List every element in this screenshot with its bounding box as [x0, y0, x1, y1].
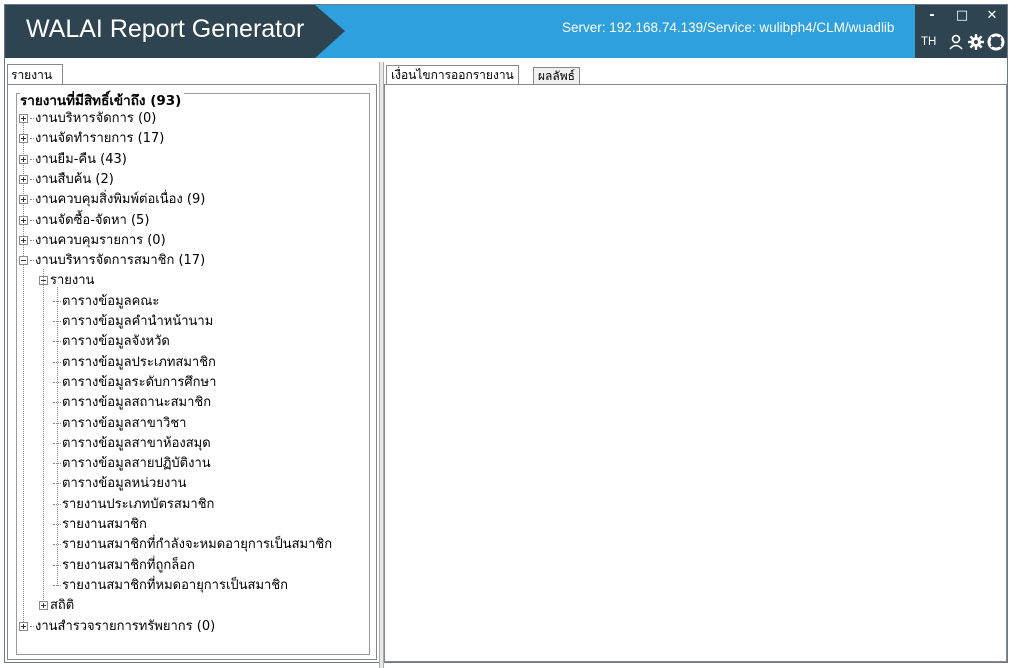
tree-group-label: งานควบคุมรายการ (0) — [35, 233, 166, 248]
tree-leaf-item[interactable]: รายงานสมาชิกที่หมดอายุการเป็นสมาชิก — [53, 578, 288, 594]
tree-leaf-label: รายงานสมาชิกที่หมดอายุการเป็นสมาชิก — [62, 578, 289, 593]
tab-reports[interactable]: รายงาน — [7, 64, 63, 84]
expand-icon[interactable] — [19, 114, 28, 123]
expand-icon[interactable] — [19, 195, 28, 204]
expand-icon[interactable] — [19, 155, 28, 164]
tree-group-item[interactable]: งานสืบค้น (2) — [19, 172, 114, 188]
tree-leaf-label: รายงานสมาชิกที่กำลังจะหมดอายุการเป็นสมาช… — [62, 537, 333, 552]
tree-group-label: งานบริหารจัดการ (0) — [35, 111, 157, 126]
tree-leaf-label: ตารางข้อมูลคณะ — [62, 294, 160, 309]
tree-group-item[interactable]: งานจัดทำรายการ (17) — [19, 131, 164, 147]
tree-leaf-item[interactable]: รายงานประเภทบัตรสมาชิก — [53, 497, 214, 513]
tree-leaf-label: รายงานประเภทบัตรสมาชิก — [62, 497, 215, 512]
window-controls-area: - □ ✕ TH — [915, 5, 1007, 58]
content-area — [384, 84, 1007, 662]
tree-leaf-item[interactable]: รายงานสมาชิกที่ถูกล็อก — [53, 558, 195, 574]
language-selector[interactable]: TH — [921, 36, 936, 48]
expand-icon[interactable] — [19, 622, 28, 631]
tree-root-label: รายงานที่มีสิทธิ์เข้าถึง (93) — [20, 89, 185, 111]
tree-leaf-label: ตารางข้อมูลประเภทสมาชิก — [62, 355, 216, 370]
tree-leaf-label: ตารางข้อมูลสายปฏิบัติงาน — [62, 456, 211, 471]
tree-connector — [30, 626, 34, 627]
content-panel: เงื่อนไขการออกรายงาน ผลลัพธ์ — [384, 62, 1007, 662]
close-button[interactable]: ✕ — [981, 8, 1003, 26]
collapse-icon[interactable] — [19, 256, 28, 265]
tree-leaf-item[interactable]: ตารางข้อมูลสถานะสมาชิก — [53, 395, 211, 411]
tree-leaf-item[interactable]: ตารางข้อมูลจังหวัด — [53, 334, 170, 350]
tree-guide-line — [57, 287, 58, 586]
tree-group-label: งานยืม-คืน (43) — [35, 152, 127, 167]
tree-group-item[interactable]: งานบริหารจัดการ (0) — [19, 111, 156, 127]
app-title: WALAI Report Generator — [26, 15, 305, 43]
title-bar: WALAI Report Generator Server: 192.168.7… — [5, 5, 1007, 58]
tree-group-item[interactable]: งานจัดซื้อ-จัดหา (5) — [19, 213, 149, 229]
tree-subfolder-label: รายงาน — [50, 273, 95, 288]
tree-leaf-item[interactable]: ตารางข้อมูลคณะ — [53, 294, 159, 310]
tab-results[interactable]: ผลลัพธ์ — [533, 67, 580, 84]
tree-connector — [30, 118, 34, 119]
tree-group-label: งานควบคุมสิ่งพิมพ์ต่อเนื่อง (9) — [35, 192, 206, 207]
tree-group-label: งานจัดทำรายการ (17) — [35, 131, 165, 146]
tree-leaf-label: ตารางข้อมูลหน่วยงาน — [62, 476, 187, 491]
tree-group-label: งานสืบค้น (2) — [35, 172, 114, 187]
tree-connector — [30, 220, 34, 221]
tree-leaf-item[interactable]: ตารางข้อมูลสาขาห้องสมุด — [53, 436, 211, 452]
expand-icon[interactable] — [19, 216, 28, 225]
tree-leaf-label: ตารางข้อมูลสถานะสมาชิก — [62, 395, 212, 410]
tree-group-item[interactable]: งานสำรวจรายการทรัพยากร (0) — [19, 619, 215, 635]
expand-icon[interactable] — [19, 175, 28, 184]
tree-leaf-item[interactable]: รายงานสมาชิก — [53, 517, 147, 533]
tree-leaf-label: ตารางข้อมูลคำนำหน้านาม — [62, 314, 214, 329]
server-info: Server: 192.168.74.139/Service: wulibph4… — [562, 20, 895, 35]
tree-leaf-item[interactable]: ตารางข้อมูลคำนำหน้านาม — [53, 314, 213, 330]
tree-subfolder-item[interactable]: สถิติ — [39, 598, 74, 614]
tree-connector — [30, 199, 34, 200]
help-icon[interactable] — [987, 33, 1005, 51]
tree-connector — [30, 138, 34, 139]
tab-report-conditions[interactable]: เงื่อนไขการออกรายงาน — [386, 65, 519, 84]
tree-group-item[interactable]: งานควบคุมสิ่งพิมพ์ต่อเนื่อง (9) — [19, 192, 205, 208]
tree-leaf-label: รายงานสมาชิกที่ถูกล็อก — [62, 558, 195, 573]
expand-icon[interactable] — [39, 601, 48, 610]
tree-guide-line — [43, 269, 44, 604]
tree-leaf-item[interactable]: ตารางข้อมูลประเภทสมาชิก — [53, 355, 216, 371]
maximize-button[interactable]: □ — [951, 8, 973, 26]
tree-subfolder-label: สถิติ — [50, 598, 75, 613]
tree-leaf-item[interactable]: ตารางข้อมูลสาขาวิชา — [53, 416, 186, 432]
tree-leaf-item[interactable]: ตารางข้อมูลระดับการศึกษา — [53, 375, 216, 391]
tree-leaf-label: ตารางข้อมูลระดับการศึกษา — [62, 375, 217, 390]
expand-icon[interactable] — [19, 236, 28, 245]
tree-group-label: งานจัดซื้อ-จัดหา (5) — [35, 213, 150, 228]
tree-group-item[interactable]: งานควบคุมรายการ (0) — [19, 233, 166, 249]
tree-connector — [30, 159, 34, 160]
tree-group-item[interactable]: งานยืม-คืน (43) — [19, 152, 127, 168]
tree-leaf-item[interactable]: รายงานสมาชิกที่กำลังจะหมดอายุการเป็นสมาช… — [53, 537, 332, 553]
app-window: WALAI Report Generator Server: 192.168.7… — [4, 4, 1008, 668]
tree-leaf-item[interactable]: ตารางข้อมูลหน่วยงาน — [53, 476, 187, 492]
minimize-button[interactable]: - — [921, 8, 943, 26]
tree-group-label: งานสำรวจรายการทรัพยากร (0) — [35, 619, 216, 634]
tree-leaf-label: ตารางข้อมูลสาขาห้องสมุด — [62, 436, 211, 451]
tree-leaf-label: รายงานสมาชิก — [62, 517, 147, 532]
tree-connector — [30, 260, 34, 261]
user-icon[interactable] — [947, 33, 965, 51]
tree-leaf-item[interactable]: ตารางข้อมูลสายปฏิบัติงาน — [53, 456, 211, 472]
gear-icon[interactable] — [967, 33, 985, 51]
tree-leaf-label: ตารางข้อมูลสาขาวิชา — [62, 416, 187, 431]
report-panel: รายงาน รายงานที่มีสิทธิ์เข้าถึง (93) งาน… — [7, 62, 377, 660]
tree-group-label: งานบริหารจัดการสมาชิก (17) — [35, 253, 206, 268]
tree-subfolder-item[interactable]: รายงาน — [39, 273, 94, 289]
tree-leaf-label: ตารางข้อมูลจังหวัด — [62, 334, 170, 349]
tree-connector — [30, 240, 34, 241]
tree-connector — [30, 179, 34, 180]
tree-group-item[interactable]: งานบริหารจัดการสมาชิก (17) — [19, 253, 205, 269]
expand-icon[interactable] — [19, 134, 28, 143]
